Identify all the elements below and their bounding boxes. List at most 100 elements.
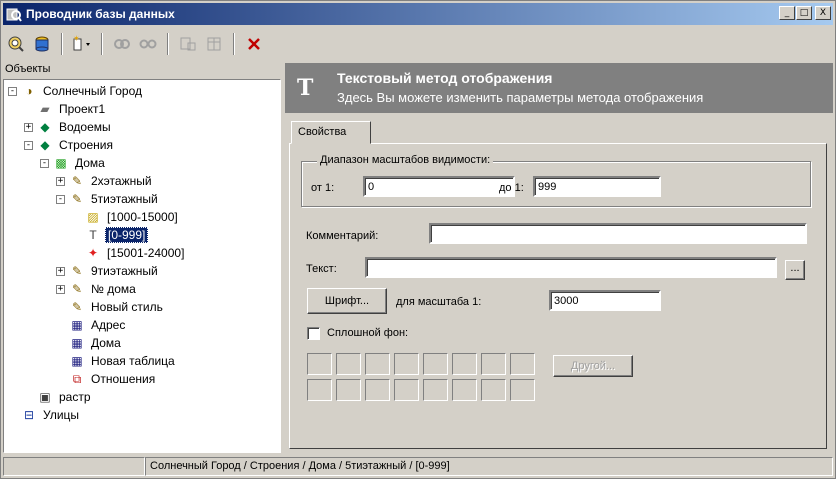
tree-item-label: Улицы — [43, 408, 80, 422]
close-button[interactable]: X — [815, 6, 831, 20]
tree-item-label: Дома — [91, 336, 121, 350]
title-bar[interactable]: Проводник базы данных _ □ X — [3, 3, 833, 25]
tree-item[interactable]: ⧉ Отношения — [56, 370, 157, 388]
tree-item[interactable]: ✦ [15001-24000] — [72, 244, 186, 262]
color-swatch[interactable] — [365, 379, 390, 401]
explorer-window: Проводник базы данных _ □ X ✶ Объекты - … — [0, 0, 836, 479]
tree-item[interactable]: ▣ растр — [24, 388, 93, 406]
tree-item-label: Новая таблица — [91, 354, 175, 368]
database-find-icon[interactable] — [3, 31, 29, 57]
tree-item[interactable]: ▦ Дома — [56, 334, 123, 352]
layer-icon: ▩ — [55, 156, 67, 170]
relations-icon: ⧉ — [72, 371, 82, 386]
color-swatch[interactable] — [423, 353, 448, 375]
new-item-icon[interactable]: ✶ — [69, 31, 95, 57]
database-open-icon[interactable] — [29, 31, 55, 57]
expand-icon[interactable]: + — [56, 176, 65, 186]
toolbar-separator — [61, 33, 63, 55]
tree-item[interactable]: ▦ Новая таблица — [56, 352, 177, 370]
color-swatch[interactable] — [423, 379, 448, 401]
color-swatch[interactable] — [307, 353, 332, 375]
other-color-button[interactable]: Другой... — [553, 355, 633, 377]
color-swatch[interactable] — [481, 353, 506, 375]
color-swatch[interactable] — [394, 353, 419, 375]
expand-icon[interactable]: + — [56, 266, 65, 276]
table-icon: ▦ — [71, 318, 83, 332]
raster-icon: ▣ — [39, 390, 51, 404]
tree-item-label: Адрес — [91, 318, 126, 332]
tree-item[interactable]: ✎ Новый стиль — [56, 298, 165, 316]
link-icon[interactable] — [109, 31, 135, 57]
layer-group-icon: ◆ — [40, 120, 50, 134]
text-input[interactable] — [365, 257, 777, 278]
expand-icon[interactable]: + — [24, 122, 33, 132]
streets-icon: ⊟ — [23, 408, 35, 422]
table-icon: ▦ — [71, 336, 83, 350]
tree-item-label: Отношения — [91, 372, 156, 386]
solid-bg-checkbox[interactable] — [307, 327, 320, 340]
objects-tree[interactable]: - ◑ Солнечный Город ▰ Проект1 + ◆ Водоемы - ◆ Стро… — [3, 79, 281, 453]
toolbar-separator — [233, 33, 235, 55]
tree-item-label: 2хэтажный — [91, 174, 152, 188]
tree-item-label: [0-999] — [105, 227, 149, 243]
header-title: Текстовый метод отображения — [337, 70, 553, 86]
color-swatch[interactable] — [452, 379, 477, 401]
tree-item-label: 5тиэтажный — [91, 192, 158, 206]
collapse-icon[interactable]: - — [40, 158, 49, 168]
text-browse-button[interactable]: ... — [785, 260, 805, 280]
collapse-icon[interactable]: - — [24, 140, 33, 150]
tree-item-label: Дома — [75, 156, 105, 170]
tree-item[interactable]: ▰ Проект1 — [24, 100, 107, 118]
tree-item[interactable]: - ◆ Строения — [24, 136, 115, 154]
tree-item[interactable]: + ✎ № дома — [56, 280, 138, 298]
font-scale-input[interactable] — [549, 290, 661, 311]
tab-properties[interactable]: Свойства — [291, 121, 371, 144]
color-swatch[interactable] — [510, 379, 535, 401]
tree-item[interactable]: ▦ Адрес — [56, 316, 127, 334]
from-scale-label: от 1: — [311, 182, 335, 194]
color-swatch[interactable] — [394, 379, 419, 401]
project-icon: ▰ — [40, 102, 50, 116]
tree-item[interactable]: ▨ [1000-15000] — [72, 208, 180, 226]
tree-item[interactable]: - ▩ Дома — [40, 154, 107, 172]
to-scale-input[interactable] — [533, 176, 661, 197]
minimize-button[interactable]: _ — [779, 6, 795, 20]
unlink-icon[interactable] — [135, 31, 161, 57]
tree-item[interactable]: + ✎ 2хэтажный — [56, 172, 154, 190]
tree-item-label: Водоемы — [59, 120, 111, 134]
color-swatch[interactable] — [336, 353, 361, 375]
comment-input[interactable] — [429, 223, 807, 244]
tree-item[interactable]: + ◆ Водоемы — [24, 118, 113, 136]
tree-item[interactable]: + ✎ 9тиэтажный — [56, 262, 160, 280]
style-pencil-icon: ✎ — [71, 264, 83, 278]
tree-item[interactable]: ⊟ Улицы — [8, 406, 81, 424]
planet-icon: ◑ — [25, 84, 33, 98]
color-swatch[interactable] — [365, 353, 390, 375]
color-swatch[interactable] — [481, 379, 506, 401]
from-scale-input[interactable] — [363, 176, 515, 197]
tree-item[interactable]: - ◑ Солнечный Город — [8, 82, 144, 100]
style-pencil-icon: ✎ — [71, 192, 83, 206]
expand-icon[interactable]: + — [56, 284, 65, 294]
method-header: T Текстовый метод отображения Здесь Вы м… — [285, 63, 833, 113]
color-swatch[interactable] — [452, 353, 477, 375]
tree-item[interactable]: - ✎ 5тиэтажный — [56, 190, 160, 208]
color-swatch[interactable] — [307, 379, 332, 401]
collapse-icon[interactable]: - — [56, 194, 65, 204]
maximize-button[interactable]: □ — [796, 6, 812, 20]
tree-item-label: 9тиэтажный — [91, 264, 158, 278]
status-path: Солнечный Город / Строения / Дома / 5тиэ… — [145, 457, 833, 476]
style-pencil-icon: ✎ — [71, 300, 83, 314]
toolbar: ✶ — [3, 27, 833, 61]
symbol-method-icon: ✦ — [87, 246, 99, 260]
color-swatch[interactable] — [510, 353, 535, 375]
properties-icon[interactable] — [175, 31, 201, 57]
color-swatch[interactable] — [336, 379, 361, 401]
font-button[interactable]: Шрифт... — [307, 288, 387, 314]
collapse-icon[interactable]: - — [8, 86, 17, 96]
delete-icon[interactable] — [241, 31, 267, 57]
tree-item[interactable]: T [0-999] — [72, 226, 149, 244]
table-icon[interactable] — [201, 31, 227, 57]
tree-item-label: Строения — [59, 138, 114, 152]
font-scale-label: для масштаба 1: — [396, 296, 482, 308]
